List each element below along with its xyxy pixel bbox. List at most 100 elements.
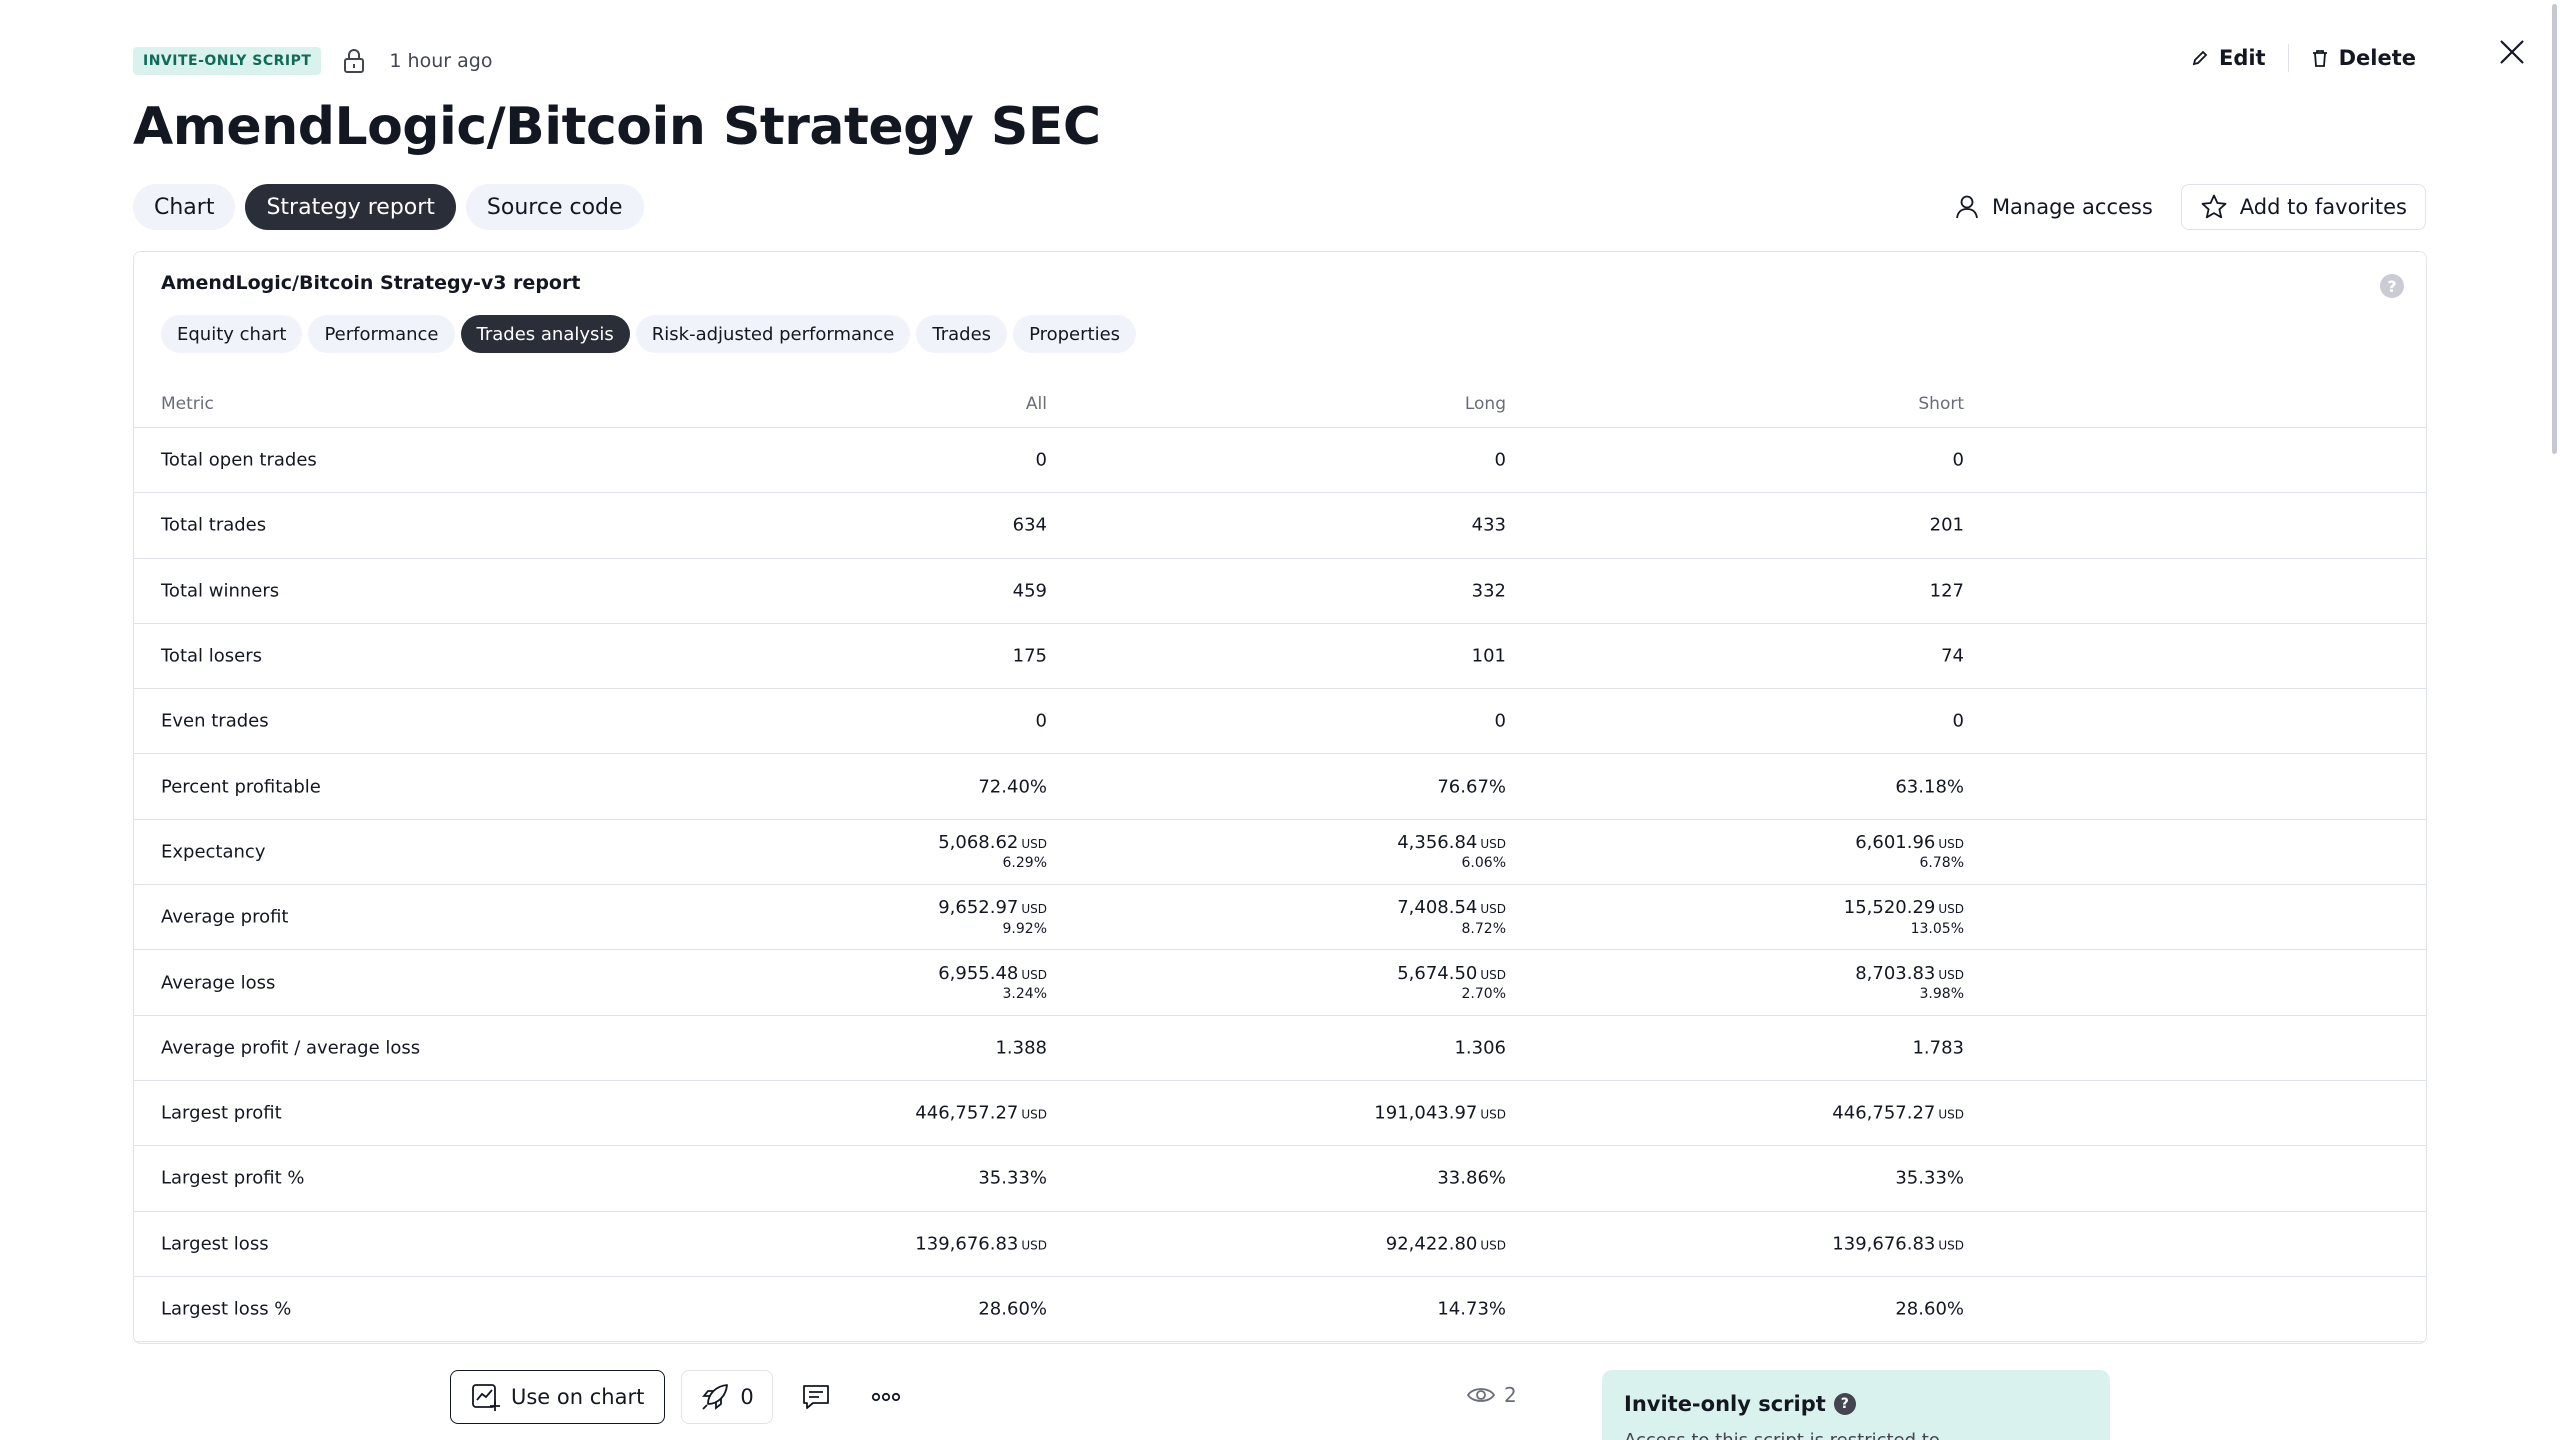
value-number: 28.60% bbox=[1895, 1298, 1964, 1320]
value-number: 201 bbox=[1929, 514, 1964, 536]
trash-icon bbox=[2312, 50, 2327, 67]
page-scrollbar[interactable] bbox=[2550, 0, 2560, 460]
value-currency: USD bbox=[1480, 1107, 1506, 1122]
subtab-trades-analysis[interactable]: Trades analysis bbox=[460, 315, 630, 353]
value-long: 4,356.84 USD 6.06% bbox=[1397, 831, 1506, 873]
value-all: 139,676.83 USD bbox=[915, 1232, 1047, 1255]
add-to-favorites-button[interactable]: Add to favorites bbox=[2180, 184, 2426, 230]
comment-icon bbox=[802, 1385, 829, 1409]
metric-label: Largest profit bbox=[161, 1102, 282, 1124]
divider bbox=[2287, 44, 2289, 72]
value-all: 459 bbox=[1013, 579, 1047, 602]
value-number: 0 bbox=[1035, 710, 1047, 732]
add-to-favorites-label: Add to favorites bbox=[2239, 195, 2407, 219]
eye-icon bbox=[1466, 1388, 1496, 1402]
value-number: 101 bbox=[1471, 645, 1506, 667]
value-number: 63.18% bbox=[1895, 775, 1964, 797]
subtab-trades[interactable]: Trades bbox=[916, 315, 1008, 353]
value-all: 446,757.27 USD bbox=[915, 1101, 1047, 1124]
value-percent: 3.98% bbox=[1919, 986, 1964, 1003]
value-number: 14.73% bbox=[1437, 1298, 1506, 1320]
value-currency: USD bbox=[1480, 837, 1506, 852]
value-number: 0 bbox=[1494, 449, 1506, 471]
value-long: 0 bbox=[1495, 710, 1506, 733]
value-number: 0 bbox=[1494, 710, 1506, 732]
value-number: 9,652.97 bbox=[938, 897, 1019, 919]
metric-label: Total losers bbox=[161, 645, 263, 667]
edit-button[interactable]: Edit bbox=[2183, 40, 2274, 76]
value-number: 433 bbox=[1471, 514, 1506, 536]
value-short: 8,703.83 USD 3.98% bbox=[1855, 962, 1964, 1004]
column-header-long: Long bbox=[1464, 394, 1506, 414]
value-long: 0 bbox=[1495, 448, 1506, 471]
value-number: 1.306 bbox=[1454, 1037, 1506, 1059]
value-currency: USD bbox=[1938, 902, 1964, 917]
table-row: Average loss 6,955.48 USD 3.24% 5,674.50 USD 2… bbox=[134, 950, 2426, 1016]
subtab-risk-adjusted-performance[interactable]: Risk-adjusted performance bbox=[635, 315, 911, 353]
invite-help-icon[interactable]: ? bbox=[1833, 1393, 1856, 1415]
value-currency: USD bbox=[1938, 1107, 1964, 1122]
metric-label: Average profit / average loss bbox=[161, 1037, 421, 1059]
value-percent: 6.29% bbox=[1002, 855, 1047, 872]
table-header: Metric All Long Short bbox=[134, 382, 2426, 428]
value-short: 446,757.27 USD bbox=[1832, 1101, 1964, 1124]
value-number: 72.40% bbox=[978, 775, 1047, 797]
value-percent: 6.06% bbox=[1461, 855, 1506, 872]
value-long: 33.86% bbox=[1437, 1167, 1506, 1190]
scrollbar-thumb[interactable] bbox=[2552, 4, 2557, 454]
value-percent: 8.72% bbox=[1461, 920, 1506, 937]
subtab-properties[interactable]: Properties bbox=[1013, 315, 1137, 353]
delete-label: Delete bbox=[2338, 46, 2416, 70]
user-icon bbox=[1956, 195, 1978, 219]
table-row: Expectancy 5,068.62 USD 6.29% 4,356.84 USD 6.0… bbox=[134, 820, 2426, 886]
value-all: 28.60% bbox=[978, 1297, 1047, 1320]
delete-button[interactable]: Delete bbox=[2303, 40, 2424, 76]
column-header-all: All bbox=[1025, 394, 1047, 414]
tab-strategy-report[interactable]: Strategy report bbox=[245, 184, 456, 230]
invite-only-badge: INVITE-ONLY SCRIPT bbox=[133, 47, 322, 75]
value-number: 6,601.96 bbox=[1855, 832, 1936, 854]
table-row: Largest profit 446,757.27 USD 191,043.97 USD… bbox=[134, 1081, 2426, 1147]
comments-button[interactable] bbox=[789, 1370, 843, 1424]
value-number: 5,674.50 bbox=[1397, 962, 1478, 984]
use-on-chart-button[interactable]: Use on chart bbox=[450, 1370, 666, 1424]
more-options-button[interactable] bbox=[859, 1370, 913, 1424]
value-currency: USD bbox=[1021, 1107, 1047, 1122]
help-icon[interactable]: ? bbox=[2380, 274, 2404, 298]
value-all: 35.33% bbox=[978, 1167, 1047, 1190]
value-all: 175 bbox=[1013, 644, 1047, 667]
metric-label: Average loss bbox=[161, 972, 276, 994]
value-number: 28.60% bbox=[978, 1298, 1047, 1320]
value-number: 8,703.83 bbox=[1855, 962, 1936, 984]
table-row: Total winners 459 332 127 bbox=[134, 559, 2426, 624]
value-number: 139,676.83 bbox=[1832, 1233, 1936, 1255]
close-icon[interactable] bbox=[2494, 34, 2530, 70]
table-row: Largest profit % 35.33% 33.86% 35.33% bbox=[134, 1146, 2426, 1212]
value-long: 5,674.50 USD 2.70% bbox=[1397, 962, 1506, 1004]
table-row: Percent profitable 72.40% 76.67% 63.18% bbox=[134, 754, 2426, 820]
value-short: 35.33% bbox=[1895, 1167, 1964, 1190]
value-currency: USD bbox=[1021, 967, 1047, 982]
value-number: 127 bbox=[1929, 580, 1964, 602]
value-short: 74 bbox=[1941, 644, 1964, 667]
manage-access-button[interactable]: Manage access bbox=[1940, 184, 2167, 230]
value-short: 6,601.96 USD 6.78% bbox=[1855, 831, 1964, 873]
value-short: 0 bbox=[1953, 448, 1964, 471]
subtab-equity-chart[interactable]: Equity chart bbox=[161, 315, 303, 353]
value-all: 634 bbox=[1013, 514, 1047, 537]
table-body: Total open trades 0 0 0 Total trades 634 433 20… bbox=[134, 428, 2426, 1343]
value-currency: USD bbox=[1938, 837, 1964, 852]
view-count: 2 bbox=[1466, 1383, 1517, 1407]
boost-button[interactable]: 0 bbox=[681, 1370, 773, 1424]
boost-count: 0 bbox=[740, 1385, 754, 1409]
tab-chart[interactable]: Chart bbox=[133, 184, 236, 230]
main-tabs: Chart Strategy report Source code bbox=[133, 184, 644, 230]
value-percent: 2.70% bbox=[1461, 986, 1506, 1003]
value-currency: USD bbox=[1938, 1238, 1964, 1253]
subtab-performance[interactable]: Performance bbox=[308, 315, 455, 353]
value-number: 4,356.84 bbox=[1397, 832, 1478, 854]
tab-source-code[interactable]: Source code bbox=[465, 184, 644, 230]
invite-only-panel: Invite-only script ? Access to this scri… bbox=[1602, 1370, 2110, 1440]
star-icon bbox=[2201, 194, 2227, 219]
value-percent: 9.92% bbox=[1002, 920, 1047, 937]
